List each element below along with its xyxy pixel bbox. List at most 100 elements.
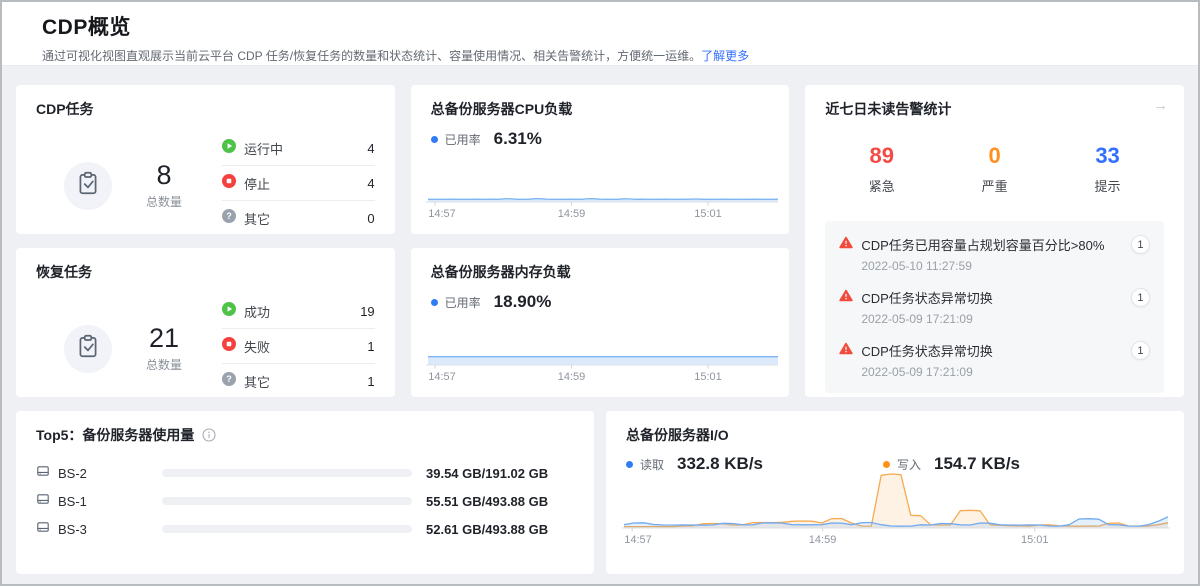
- recovery-tasks-total: 21 总数量: [138, 324, 190, 372]
- server-icon: [36, 520, 50, 539]
- alert-stat-info: 33 提示: [1051, 143, 1164, 195]
- status-label: 运行中: [244, 139, 283, 158]
- critical-count: 89: [825, 143, 938, 169]
- alerts-card-title: 近七日未读告警统计: [825, 99, 1164, 119]
- usage-bar: [162, 469, 412, 477]
- server-name: BS-1: [58, 494, 162, 509]
- alert-list-item[interactable]: CDP任务已用容量占规划容量百分比>80% 1 2022-05-10 11:27…: [839, 235, 1150, 273]
- server-usage-row: BS-1 55.51 GB/493.88 GB: [36, 487, 574, 515]
- memory-load-chart: 14:5714:5915:01: [426, 321, 779, 383]
- status-label: 停止: [244, 174, 270, 193]
- bottom-row: Top5：备份服务器使用量 BS-2 39.54 GB/191.02 GB BS…: [16, 411, 1184, 574]
- recovery-tasks-total-number: 21: [138, 324, 190, 352]
- alert-count-badge: 1: [1131, 288, 1150, 307]
- memory-load-card-title: 总备份服务器内存负载: [431, 262, 770, 282]
- warning-triangle-icon: [839, 342, 853, 360]
- status-label: 成功: [244, 302, 270, 321]
- failed-status-icon: [222, 337, 236, 356]
- cpu-usage-value: 6.31%: [494, 129, 542, 149]
- recovery-tasks-status-list: 成功 19 失败 1 ? 其它 1: [222, 294, 375, 399]
- alert-timestamp: 2022-05-10 11:27:59: [861, 259, 1150, 273]
- alert-list-item[interactable]: CDP任务状态异常切换 1 2022-05-09 17:21:09: [839, 341, 1150, 379]
- alert-count-badge: 1: [1131, 235, 1150, 254]
- recovery-tasks-card: 恢复任务 21 总数量 成功 19: [16, 248, 395, 397]
- read-legend-dot-icon: [626, 461, 633, 468]
- cdp-tasks-card: CDP任务 8 总数量 运行中 4: [16, 85, 395, 234]
- cpu-legend-dot-icon: [431, 136, 438, 143]
- alert-timestamp: 2022-05-09 17:21:09: [861, 365, 1150, 379]
- top5-card-title: Top5：备份服务器使用量: [36, 425, 194, 445]
- dashboard-content: CDP任务 8 总数量 运行中 4: [2, 66, 1198, 574]
- write-legend-dot-icon: [883, 461, 890, 468]
- info-label: 提示: [1051, 176, 1164, 195]
- alert-title: CDP任务已用容量占规划容量百分比>80%: [861, 235, 1104, 254]
- server-name: BS-2: [58, 466, 162, 481]
- success-status-icon: [222, 302, 236, 321]
- page-header: CDP概览 通过可视化视图直观展示当前云平台 CDP 任务/恢复任务的数量和状态…: [2, 2, 1198, 66]
- top5-rows: BS-2 39.54 GB/191.02 GB BS-1 55.51 GB/49…: [36, 459, 574, 543]
- usage-value: 39.54 GB/191.02 GB: [426, 466, 548, 481]
- severe-label: 严重: [938, 176, 1051, 195]
- alert-title: CDP任务状态异常切换: [861, 288, 992, 307]
- alert-stat-severe: 0 严重: [938, 143, 1051, 195]
- cdp-tasks-total: 8 总数量: [138, 161, 190, 209]
- cdp-tasks-total-number: 8: [138, 161, 190, 189]
- svg-text:?: ?: [226, 211, 232, 221]
- alert-title: CDP任务状态异常切换: [861, 341, 992, 360]
- svg-text:14:57: 14:57: [428, 371, 456, 383]
- server-name: BS-3: [58, 522, 162, 537]
- status-value: 1: [367, 339, 374, 354]
- server-usage-row: BS-2 39.54 GB/191.02 GB: [36, 459, 574, 487]
- status-row-failed: 失败 1: [222, 329, 375, 364]
- server-icon: [36, 464, 50, 483]
- status-label: 失败: [244, 337, 270, 356]
- mem-legend-dot-icon: [431, 299, 438, 306]
- alert-timestamp: 2022-05-09 17:21:09: [861, 312, 1150, 326]
- status-label: 其它: [244, 209, 270, 228]
- warning-triangle-icon: [839, 236, 853, 254]
- svg-text:14:57: 14:57: [624, 534, 652, 546]
- status-row-running: 运行中 4: [222, 131, 375, 166]
- io-card: 总备份服务器I/O 读取 332.8 KB/s 写入 154.7 KB/s 14…: [606, 411, 1184, 574]
- svg-text:?: ?: [226, 374, 232, 384]
- usage-value: 52.61 GB/493.88 GB: [426, 522, 548, 537]
- clipboard-icon-circle: [64, 162, 112, 210]
- cpu-load-card-title: 总备份服务器CPU负载: [431, 99, 770, 119]
- other-status-icon: ?: [222, 209, 236, 228]
- stopped-status-icon: [222, 174, 236, 193]
- usage-value: 55.51 GB/493.88 GB: [426, 494, 548, 509]
- arrow-right-icon[interactable]: →: [1153, 97, 1168, 114]
- status-row-other: ? 其它 0: [222, 201, 375, 236]
- cpu-load-card: 总备份服务器CPU负载 已用率 6.31% 14:5714:5915:01: [411, 85, 790, 234]
- status-value: 0: [367, 211, 374, 226]
- mem-usage-value: 18.90%: [494, 292, 552, 312]
- svg-text:14:59: 14:59: [557, 208, 585, 220]
- critical-label: 紧急: [825, 176, 938, 195]
- cdp-tasks-status-list: 运行中 4 停止 4 ? 其它 0: [222, 131, 375, 236]
- recovery-tasks-card-title: 恢复任务: [36, 262, 375, 282]
- page-subtitle-text: 通过可视化视图直观展示当前云平台 CDP 任务/恢复任务的数量和状态统计、容量使…: [42, 49, 701, 63]
- svg-text:15:01: 15:01: [694, 208, 722, 220]
- clipboard-icon-circle: [64, 325, 112, 373]
- status-row-success: 成功 19: [222, 294, 375, 329]
- unread-alerts-card: 近七日未读告警统计 → 89 紧急 0 严重 33 提示 CDP任务已用容量占规…: [805, 85, 1184, 397]
- status-value: 19: [360, 304, 374, 319]
- info-icon[interactable]: [202, 428, 216, 442]
- io-chart: 14:5714:5915:01: [622, 468, 1170, 546]
- cpu-legend-label: 已用率: [445, 131, 481, 148]
- top5-usage-card: Top5：备份服务器使用量 BS-2 39.54 GB/191.02 GB BS…: [16, 411, 594, 574]
- svg-text:14:59: 14:59: [557, 371, 585, 383]
- warning-triangle-icon: [839, 289, 853, 307]
- alert-stat-critical: 89 紧急: [825, 143, 938, 195]
- memory-load-card: 总备份服务器内存负载 已用率 18.90% 14:5714:5915:01: [411, 248, 790, 397]
- status-value: 1: [367, 374, 374, 389]
- cpu-load-chart: 14:5714:5915:01: [426, 158, 779, 220]
- learn-more-link[interactable]: 了解更多: [701, 49, 749, 63]
- alert-list-item[interactable]: CDP任务状态异常切换 1 2022-05-09 17:21:09: [839, 288, 1150, 326]
- other-status-icon: ?: [222, 372, 236, 391]
- status-row-stopped: 停止 4: [222, 166, 375, 201]
- cdp-tasks-total-label: 总数量: [138, 193, 190, 210]
- page-subtitle: 通过可视化视图直观展示当前云平台 CDP 任务/恢复任务的数量和状态统计、容量使…: [42, 47, 1158, 64]
- alert-list: CDP任务已用容量占规划容量百分比>80% 1 2022-05-10 11:27…: [825, 221, 1164, 393]
- clipboard-check-icon: [75, 170, 101, 201]
